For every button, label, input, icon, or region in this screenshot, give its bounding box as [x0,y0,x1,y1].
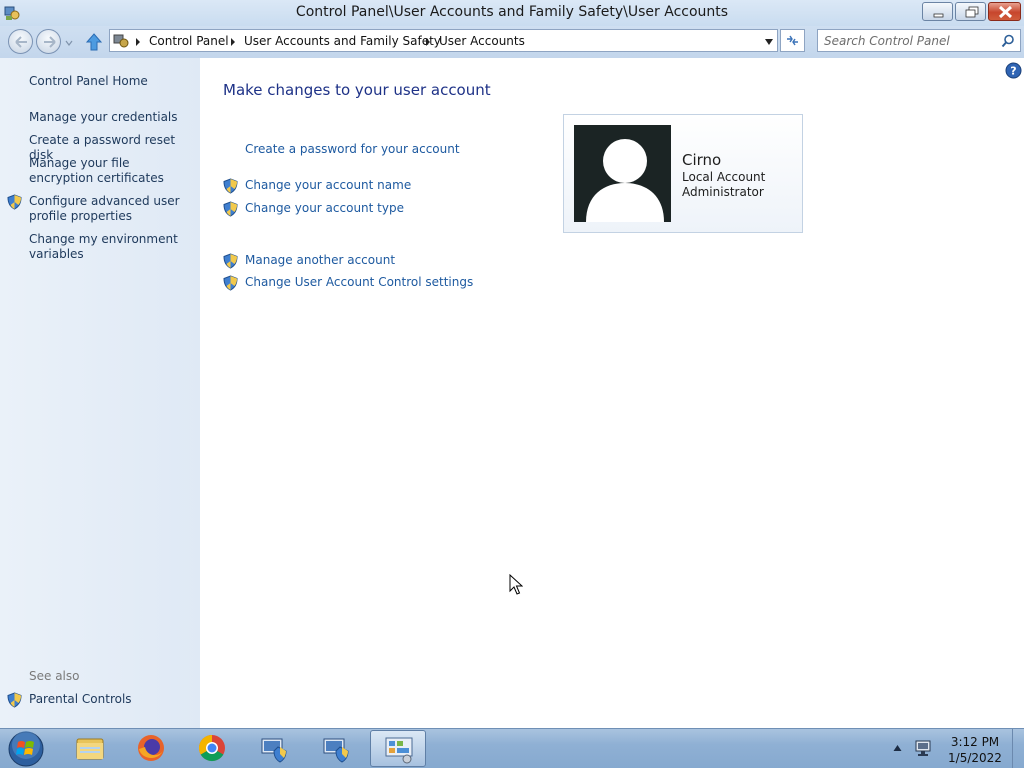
tasks-pane: Control Panel Home Manage your credentia… [0,58,200,728]
minimize-button[interactable] [922,2,953,21]
breadcrumb-arrow-icon[interactable] [135,38,141,46]
restore-icon [965,6,979,18]
show-desktop-button[interactable] [1012,729,1024,768]
forward-button[interactable] [36,29,61,54]
control-panel-icon [385,737,413,764]
search-box[interactable] [817,29,1021,52]
uac-shield-icon [7,692,22,708]
navigation-bar: Control Panel User Accounts and Family S… [0,26,1024,58]
address-history-chevron-down-icon[interactable] [764,38,774,46]
taskbar-item-chrome[interactable] [184,730,240,767]
up-arrow-icon[interactable] [84,32,104,52]
address-bar[interactable]: Control Panel User Accounts and Family S… [109,29,778,52]
chrome-icon [198,734,225,762]
back-arrow-icon [15,36,27,48]
network-setup-icon [261,738,287,763]
svg-text:?: ? [1010,65,1016,78]
clock-date: 1/5/2022 [948,751,1002,765]
control-panel-home-link[interactable]: Control Panel Home [29,74,194,89]
uac-shield-icon [223,253,238,269]
close-button[interactable] [988,2,1021,21]
account-type: Local Account [682,170,766,184]
help-icon[interactable]: ? [1005,62,1022,79]
refresh-button[interactable] [780,29,805,52]
restore-button[interactable] [955,2,986,21]
control-panel-icon [113,34,129,48]
search-icon[interactable] [1001,34,1015,48]
forward-arrow-icon [44,36,56,48]
sidebar-item-advanced-profile[interactable]: Configure advanced user profile properti… [29,194,194,224]
system-clock[interactable]: 3:12 PM 1/5/2022 [940,734,1010,766]
breadcrumb-user-accounts[interactable]: User Accounts [439,34,525,48]
breadcrumb-control-panel[interactable]: Control Panel [149,34,229,48]
change-account-type-link[interactable]: Change your account type [245,201,404,215]
change-account-name-link[interactable]: Change your account name [245,178,411,192]
refresh-icon [787,35,798,46]
firefox-icon [138,735,164,761]
sidebar-item-file-encryption[interactable]: Manage your file encryption certificates [29,156,194,186]
recent-pages-chevron-down-icon[interactable] [64,38,74,48]
breadcrumb-arrow-icon[interactable] [425,38,431,46]
title-bar: Control Panel\User Accounts and Family S… [0,0,1024,26]
account-tile: Cirno Local Account Administrator [563,114,803,233]
see-also-heading: See also [29,669,80,683]
main-content: ? Make changes to your user account Crea… [200,58,1024,728]
search-input[interactable] [824,33,996,48]
breadcrumb-user-accounts-family-safety[interactable]: User Accounts and Family Safety [244,34,441,48]
back-button[interactable] [8,29,33,54]
taskbar-item-firefox[interactable] [123,730,179,767]
taskbar-item-network-setup-2[interactable] [308,730,364,767]
network-status-icon[interactable] [914,739,932,757]
create-password-link[interactable]: Create a password for your account [245,142,460,156]
minimize-icon [933,13,944,18]
taskbar-item-control-panel[interactable] [370,730,426,767]
uac-shield-icon [7,194,22,210]
account-name: Cirno [682,151,722,169]
network-setup-icon [323,738,349,763]
windows-explorer-icon [76,738,104,760]
breadcrumb-arrow-icon[interactable] [230,38,236,46]
parental-controls-link[interactable]: Parental Controls [29,692,194,707]
mouse-cursor-icon [509,574,523,595]
manage-another-account-link[interactable]: Manage another account [245,253,395,267]
uac-shield-icon [223,201,238,217]
window-title: Control Panel\User Accounts and Family S… [295,4,729,20]
clock-time: 3:12 PM [950,735,1000,749]
avatar [574,125,671,222]
uac-shield-icon [223,178,238,194]
taskbar: 3:12 PM 1/5/2022 [0,728,1024,768]
uac-settings-link[interactable]: Change User Account Control settings [245,275,473,289]
user-silhouette-icon [586,139,664,222]
windows-start-orb-icon [8,731,44,767]
sidebar-item-environment-variables[interactable]: Change my environment variables [29,232,194,262]
page-title: Make changes to your user account [223,81,491,99]
taskbar-item-network-setup-1[interactable] [246,730,302,767]
show-hidden-icons-icon[interactable] [893,744,902,752]
sidebar-item-manage-credentials[interactable]: Manage your credentials [29,110,194,125]
close-icon [998,5,1013,19]
taskbar-item-explorer[interactable] [62,730,118,767]
account-role: Administrator [682,185,764,199]
start-button[interactable] [6,730,46,768]
uac-shield-icon [223,275,238,291]
